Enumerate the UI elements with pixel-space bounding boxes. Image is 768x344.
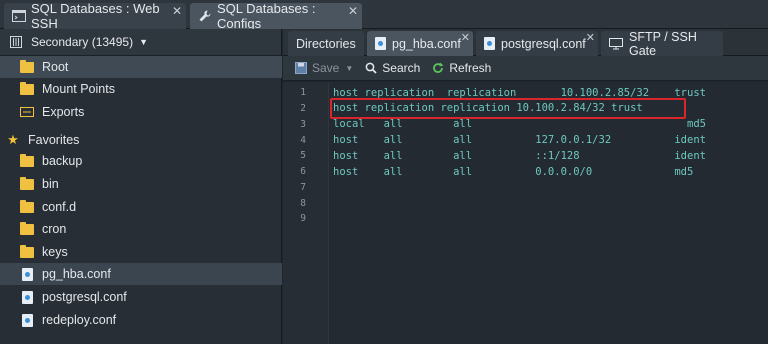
exports-icon <box>20 106 34 118</box>
sidebar-item-label: Mount Points <box>42 82 115 96</box>
config-file-icon <box>375 37 386 50</box>
line-number: 1 <box>300 87 306 98</box>
terminal-icon <box>12 9 26 23</box>
config-file-icon <box>20 290 34 304</box>
chevron-down-icon: ▼ <box>139 37 148 47</box>
code-line: host replication replication 10.100.2.85… <box>333 87 706 99</box>
top-tab-bar: SQL Databases : Web SSH ✕ SQL Databases … <box>0 0 768 31</box>
editor-toolbar: Save ▼ Search Refresh <box>283 56 768 81</box>
tab-label: Directories <box>296 36 356 51</box>
tab-configs-label: SQL Databases : Configs <box>217 1 316 31</box>
tab-web-ssh-label: SQL Databases : Web SSH <box>31 1 160 31</box>
code-line: host all all 0.0.0.0/0 md5 <box>333 166 694 178</box>
node-icon <box>10 36 22 48</box>
sidebar-item-label: Root <box>42 60 69 74</box>
sidebar-item-conf-d[interactable]: conf.d <box>0 196 282 218</box>
line-number: 8 <box>300 198 306 209</box>
search-label: Search <box>382 61 421 75</box>
tab-pg-hba-conf[interactable]: pg_hba.conf ✕ <box>367 31 473 56</box>
sidebar-item-mount-points[interactable]: Mount Points <box>0 78 282 100</box>
line-number-gutter: 1 2 3 4 5 6 7 8 9 <box>283 82 329 344</box>
close-icon[interactable]: ✕ <box>586 31 595 44</box>
config-file-icon <box>484 37 495 50</box>
folder-icon <box>20 176 34 190</box>
sidebar-item-keys[interactable]: keys <box>0 241 282 263</box>
close-icon[interactable]: ✕ <box>348 4 358 18</box>
sidebar-item-label: cron <box>42 222 67 236</box>
sidebar-item-label: redeploy.conf <box>42 313 117 327</box>
panel-tab-bar: Directories pg_hba.conf ✕ postgresql.con… <box>283 29 768 58</box>
folder-icon <box>20 221 34 235</box>
line-number: 6 <box>300 166 306 177</box>
line-number: 5 <box>300 150 306 161</box>
search-icon <box>365 62 377 74</box>
sidebar-item-bin[interactable]: bin <box>0 173 282 195</box>
code-editor[interactable]: 1 2 3 4 5 6 7 8 9 host replication repli… <box>283 82 768 344</box>
line-number: 2 <box>300 103 306 114</box>
code-line: host all all ::1/128 ident <box>333 150 706 162</box>
line-number: 9 <box>300 213 306 224</box>
sidebar-item-pg-hba-conf[interactable]: pg_hba.conf <box>0 263 282 285</box>
folder-icon <box>20 244 34 258</box>
folder-icon <box>20 199 34 213</box>
wrench-icon <box>198 9 212 23</box>
node-selector[interactable]: Secondary (13495) ▼ <box>0 29 281 56</box>
star-icon: ★ <box>7 132 19 147</box>
tab-postgresql-conf[interactable]: postgresql.conf ✕ <box>476 31 598 56</box>
sidebar-item-label: bin <box>42 177 59 191</box>
code-line: host all all 127.0.0.1/32 ident <box>333 134 706 146</box>
sidebar-item-label: keys <box>42 245 68 259</box>
sidebar-item-backup[interactable]: backup <box>0 150 282 172</box>
config-file-icon <box>20 267 34 281</box>
node-selector-label: Secondary (13495) <box>31 35 134 49</box>
tab-label: pg_hba.conf <box>392 36 461 51</box>
search-button[interactable]: Search <box>365 61 420 75</box>
save-label: Save <box>312 61 340 75</box>
sidebar-item-label: conf.d <box>42 200 77 214</box>
floppy-disk-icon <box>295 62 307 74</box>
sidebar-item-favorites[interactable]: ★ Favorites <box>0 129 282 151</box>
refresh-button[interactable]: Refresh <box>432 61 491 75</box>
tab-configs[interactable]: SQL Databases : Configs ✕ <box>190 1 362 31</box>
chevron-down-icon[interactable]: ▼ <box>345 64 353 73</box>
config-file-icon <box>20 313 34 327</box>
tab-label: postgresql.conf <box>501 36 586 51</box>
line-number: 4 <box>300 135 306 146</box>
code-line: local all all md5 <box>333 118 706 130</box>
sidebar-item-label: backup <box>42 154 83 168</box>
sidebar-item-cron[interactable]: cron <box>0 218 282 240</box>
tab-label: SFTP / SSH Gate <box>629 29 697 58</box>
tab-web-ssh[interactable]: SQL Databases : Web SSH ✕ <box>4 1 186 31</box>
sidebar-item-label: postgresql.conf <box>42 290 127 304</box>
monitor-icon <box>609 37 623 50</box>
save-button[interactable]: Save ▼ <box>295 61 353 75</box>
refresh-icon <box>432 62 444 74</box>
line-number: 3 <box>300 119 306 130</box>
sidebar-item-root[interactable]: Root <box>0 56 282 78</box>
close-icon[interactable]: ✕ <box>172 4 182 18</box>
folder-icon <box>20 81 34 95</box>
sidebar-item-redeploy-conf[interactable]: redeploy.conf <box>0 309 282 331</box>
refresh-label: Refresh <box>449 61 492 75</box>
sidebar: Secondary (13495) ▼ Root Mount Points Ex… <box>0 29 282 344</box>
sidebar-item-label: Exports <box>42 105 85 119</box>
sidebar-item-postgresql-conf[interactable]: postgresql.conf <box>0 286 282 308</box>
tab-directories[interactable]: Directories <box>288 31 364 56</box>
sidebar-item-exports[interactable]: Exports <box>0 101 282 123</box>
folder-icon <box>20 59 34 73</box>
sidebar-item-label: pg_hba.conf <box>42 267 111 281</box>
app-window: SQL Databases : Web SSH ✕ SQL Databases … <box>0 0 768 344</box>
code-line-highlighted: host replication replication 10.100.2.84… <box>333 102 643 114</box>
tab-sftp-ssh-gate[interactable]: SFTP / SSH Gate <box>601 29 723 58</box>
folder-icon <box>20 153 34 167</box>
sidebar-item-label: Favorites <box>28 133 80 147</box>
line-number: 7 <box>300 182 306 193</box>
close-icon[interactable]: ✕ <box>461 31 470 44</box>
